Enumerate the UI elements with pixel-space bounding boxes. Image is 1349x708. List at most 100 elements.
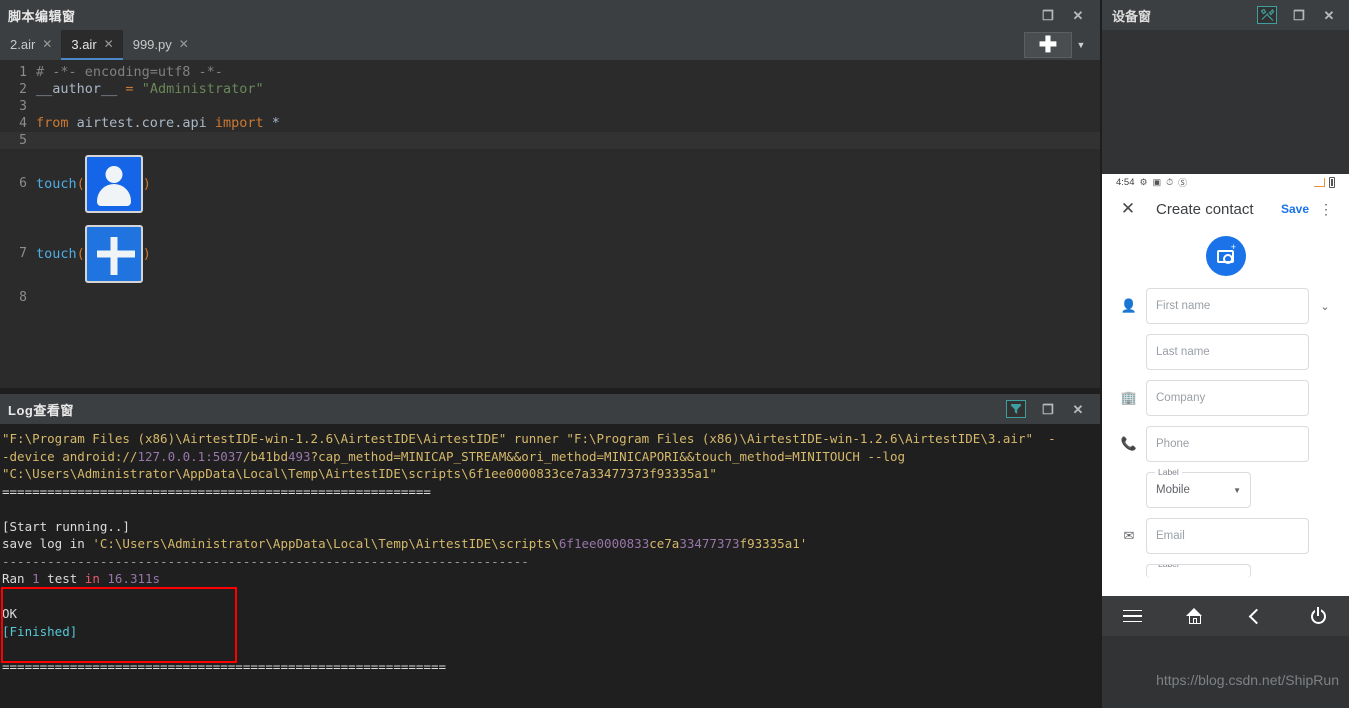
statusbar-clock: 4:54 xyxy=(1116,176,1135,188)
email-label-dropdown[interactable]: Label xyxy=(1146,564,1251,578)
log-device-host: 127.0.0.1:5037 xyxy=(137,448,243,464)
log-ran-prefix: Ran xyxy=(2,571,33,586)
tab-999-py[interactable]: 999.py ✕ xyxy=(123,30,198,60)
tools-wrench-icon[interactable] xyxy=(1257,6,1277,24)
log-save-hash-a: 6f1ee0000833 xyxy=(558,536,650,551)
log-finished: [Finished] xyxy=(2,623,78,639)
log-save-hash-d: f93335a1 xyxy=(739,536,800,551)
touch-function-name: touch xyxy=(36,176,77,192)
contacts-person-icon[interactable] xyxy=(84,155,143,213)
script-editor-titlebar: 脚本编辑窗 ❐ ✕ xyxy=(0,0,1100,30)
maximize-icon[interactable]: ❐ xyxy=(1040,7,1056,23)
log-save-hash-c: 33477373 xyxy=(679,536,740,551)
close-icon[interactable]: ✕ xyxy=(1070,7,1086,23)
log-line-device-a: -device android:// xyxy=(2,448,138,464)
email-field[interactable]: Email xyxy=(1146,518,1309,554)
person-icon: 👤 xyxy=(1120,298,1138,313)
log-device-params: ?cap_method=MINICAP_STREAM&&ori_method=M… xyxy=(310,448,906,464)
script-editor-window-buttons: ❐ ✕ xyxy=(1040,7,1092,23)
person-body-shape xyxy=(96,184,131,206)
airtest-ide-window: 脚本编辑窗 ❐ ✕ 2.air ✕ 3.air ✕ 999.py ✕ ✚ ▼ 1… xyxy=(0,0,1349,708)
code-text: # -*- encoding=utf8 -*- xyxy=(36,64,1100,81)
company-field[interactable]: Company xyxy=(1146,380,1309,416)
close-icon[interactable]: ✕ xyxy=(1321,7,1337,23)
tab-close-icon[interactable]: ✕ xyxy=(42,37,52,51)
home-button[interactable] xyxy=(1164,608,1226,624)
company-icon: 🏢 xyxy=(1120,390,1138,405)
watermark: https://blog.csdn.net/ShipRun xyxy=(1156,672,1339,688)
equals-operator: = xyxy=(125,81,134,97)
line-number: 7 xyxy=(19,246,27,261)
add-photo-button[interactable] xyxy=(1205,236,1246,276)
add-photo-icon xyxy=(1217,243,1236,264)
line-number: 3 xyxy=(19,99,27,114)
code-text: touch() xyxy=(36,225,1100,283)
dnd-icon: Ⓢ xyxy=(1178,177,1188,188)
close-icon[interactable]: ✕ xyxy=(1118,199,1138,219)
cast-icon xyxy=(1314,177,1325,187)
add-tab-button[interactable]: ✚ xyxy=(1024,32,1072,58)
save-button[interactable]: Save xyxy=(1281,202,1309,216)
last-name-field[interactable]: Last name xyxy=(1146,334,1309,370)
android-statusbar: 4:54 ⚙ ▣ ⏱ Ⓢ xyxy=(1110,174,1341,190)
tab-close-icon[interactable]: ✕ xyxy=(179,37,189,51)
log-save-path-a: 'C:\Users\Administrator\AppData\Local\Te… xyxy=(92,536,559,551)
add-plus-icon[interactable] xyxy=(84,225,143,283)
first-name-row: 👤 First name ⌄ xyxy=(1110,288,1341,324)
first-name-field[interactable]: First name xyxy=(1146,288,1309,324)
overflow-menu-icon[interactable]: ⋮ xyxy=(1319,202,1333,216)
line-number: 2 xyxy=(19,82,27,97)
keyword-from: from xyxy=(36,115,69,131)
log-titlebar: Log查看窗 ❐ ✕ xyxy=(0,394,1100,424)
chevron-down-icon[interactable]: ▼ xyxy=(1072,32,1090,58)
home-icon xyxy=(1186,608,1203,624)
phone-field[interactable]: Phone xyxy=(1146,426,1309,462)
person-head-shape xyxy=(105,166,123,183)
touch-function-name: touch xyxy=(36,246,77,262)
filter-funnel-icon[interactable] xyxy=(1006,400,1026,418)
tab-label: 2.air xyxy=(10,36,36,52)
page-title: Create contact xyxy=(1156,200,1254,218)
battery-icon xyxy=(1329,176,1335,188)
tab-close-icon[interactable]: ✕ xyxy=(104,37,114,51)
code-line-5-current: 5 xyxy=(0,132,1100,149)
log-output[interactable]: "F:\Program Files (x86)\AirtestIDE-win-1… xyxy=(0,424,1100,708)
tab-3-air[interactable]: 3.air ✕ xyxy=(61,30,123,60)
email-label-legend: Label xyxy=(1155,565,1182,569)
power-button[interactable] xyxy=(1287,607,1349,624)
paren-open: ( xyxy=(76,246,85,262)
keyword-import: import xyxy=(214,115,264,131)
paren-open: ( xyxy=(76,176,85,192)
create-contact-appbar: ✕ Create contact Save ⋮ xyxy=(1110,190,1341,228)
screenshot-icon: ▣ xyxy=(1152,176,1162,187)
code-area[interactable]: 1 # -*- encoding=utf8 -*- 2 __author__ =… xyxy=(0,60,1100,388)
menu-icon xyxy=(1123,609,1143,623)
gear-icon: ⚙ xyxy=(1139,176,1148,187)
tab-2-air[interactable]: 2.air ✕ xyxy=(0,30,61,60)
star-token: * xyxy=(271,115,280,131)
phone-label-dropdown[interactable]: Label Mobile ▼ xyxy=(1146,467,1251,508)
maximize-icon[interactable]: ❐ xyxy=(1291,7,1307,23)
module-name: airtest.core.api xyxy=(76,115,207,131)
device-screen-mirror[interactable]: 4:54 ⚙ ▣ ⏱ Ⓢ ✕ Create contact Save ⋮ + 👤… xyxy=(1102,174,1349,608)
log-save-hash-b: ce7a xyxy=(649,536,680,551)
log-separator-bottom: ========================================… xyxy=(2,658,447,674)
script-editor-title: 脚本编辑窗 xyxy=(8,8,76,24)
maximize-icon[interactable]: ❐ xyxy=(1040,401,1056,417)
close-icon[interactable]: ✕ xyxy=(1070,401,1086,417)
menu-button[interactable] xyxy=(1102,609,1164,623)
log-title: Log查看窗 xyxy=(8,402,74,418)
author-value: "Administrator" xyxy=(141,81,264,97)
tab-label: 999.py xyxy=(132,36,172,52)
chevron-down-icon: ▼ xyxy=(1233,485,1241,495)
log-device-serial-b: 493 xyxy=(287,448,311,464)
back-button[interactable] xyxy=(1226,608,1288,624)
phone-label-legend: Label xyxy=(1155,467,1182,477)
editor-tabbar: 2.air ✕ 3.air ✕ 999.py ✕ ✚ ▼ xyxy=(0,30,1100,60)
log-separator-top: ========================================… xyxy=(2,483,431,499)
code-comment: # -*- encoding=utf8 -*- xyxy=(36,64,223,80)
chevron-down-icon[interactable]: ⌄ xyxy=(1317,300,1333,313)
avatar-row xyxy=(1110,228,1341,288)
